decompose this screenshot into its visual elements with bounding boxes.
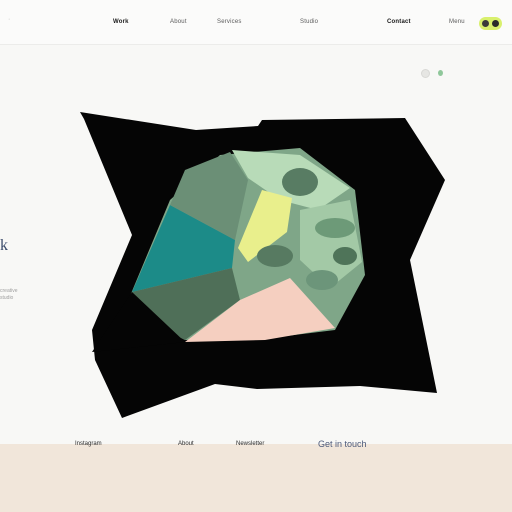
footer-link-newsletter[interactable]: Newsletter <box>236 441 264 447</box>
carousel-dot-2[interactable] <box>438 70 443 76</box>
hero-subtitle: creative studio <box>0 288 18 302</box>
nav-link-contact[interactable]: Contact <box>387 19 411 25</box>
art-blob <box>333 247 357 265</box>
site-header: · Work About Services Studio Contact Men… <box>0 0 512 45</box>
art-blob <box>257 245 293 267</box>
art-blob <box>282 168 318 196</box>
art-blob <box>306 270 338 290</box>
nav-link-services[interactable]: Services <box>217 19 242 25</box>
site-footer: Instagram About Newsletter Get in touch <box>0 439 512 512</box>
nav-link-about[interactable]: About <box>170 19 187 25</box>
carousel-dot-1[interactable] <box>421 69 430 78</box>
footer-link-instagram[interactable]: Instagram <box>75 441 102 447</box>
hero-subtitle-line: studio <box>0 295 14 301</box>
footer-cta-link[interactable]: Get in touch <box>318 439 367 449</box>
logo[interactable]: · <box>8 16 10 23</box>
theme-toggle[interactable] <box>479 17 502 30</box>
toggle-knob-left-icon <box>482 20 489 27</box>
art-blob <box>315 218 355 238</box>
nav-link-work[interactable]: Work <box>113 19 129 25</box>
page: · Work About Services Studio Contact Men… <box>0 0 512 512</box>
hero-title: k <box>0 237 8 254</box>
toggle-knob-icon <box>492 20 499 27</box>
nav-link-menu[interactable]: Menu <box>449 19 465 25</box>
footer-link-about[interactable]: About <box>178 441 194 447</box>
nav-link-studio[interactable]: Studio <box>300 19 318 25</box>
hero-subtitle-line: creative <box>0 288 18 294</box>
hero-artwork <box>80 112 445 418</box>
